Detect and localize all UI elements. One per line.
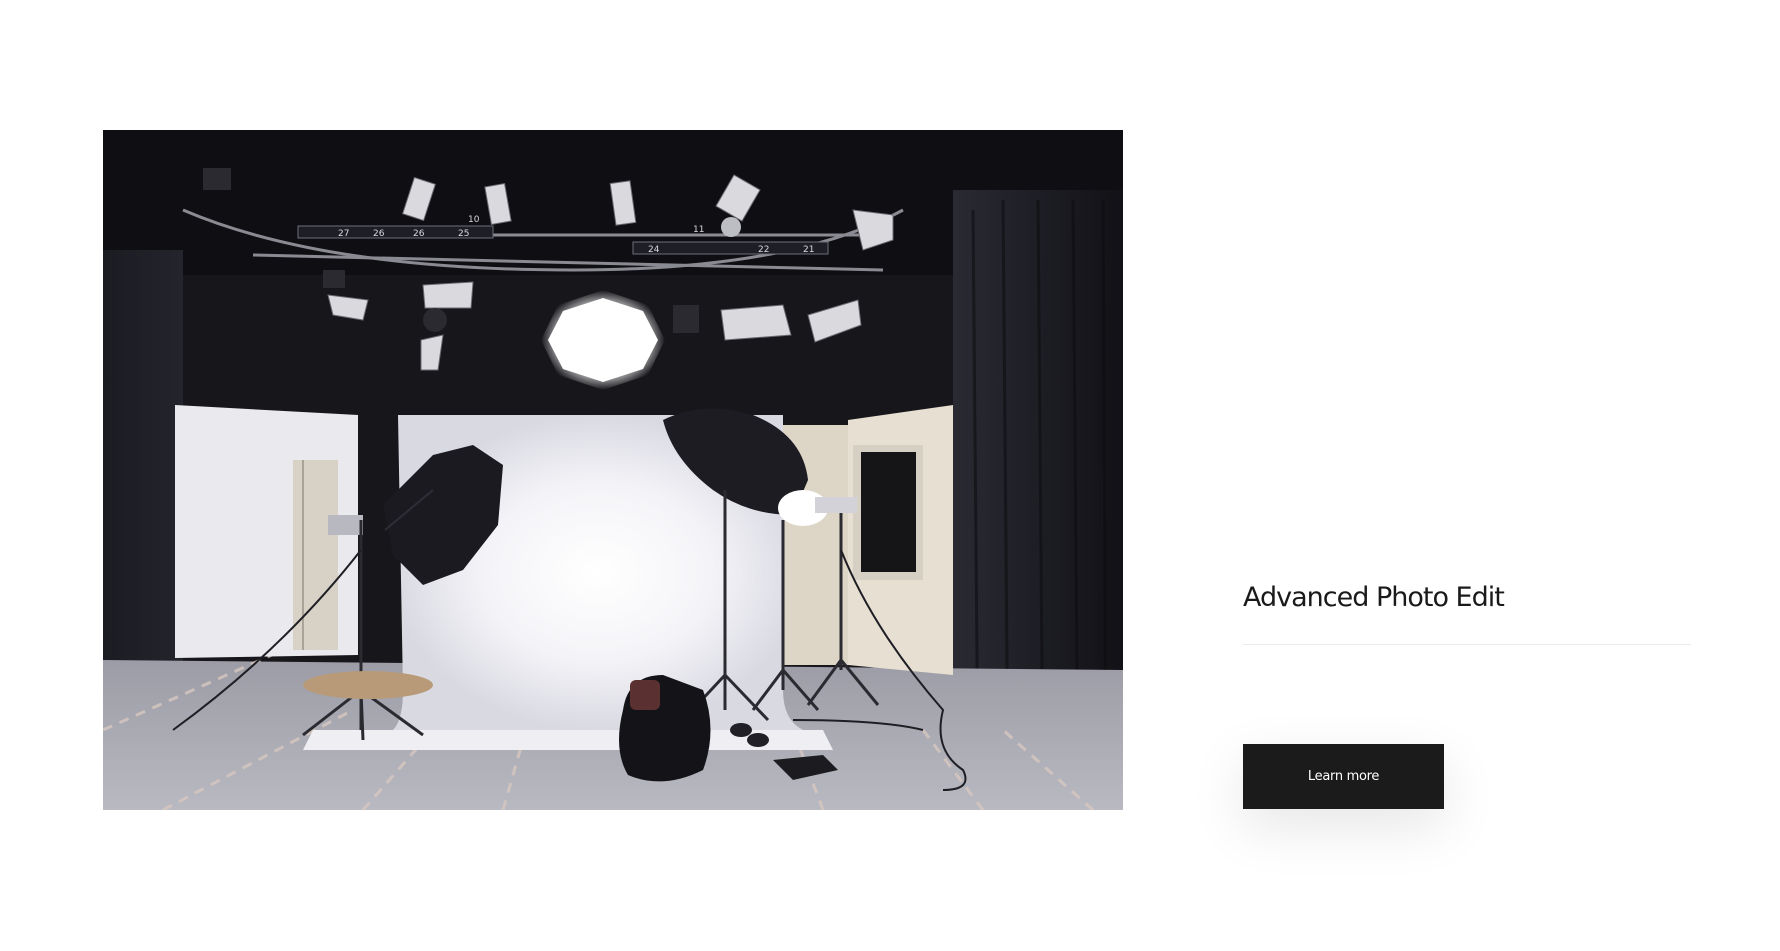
svg-text:21: 21 xyxy=(803,245,814,255)
svg-text:26: 26 xyxy=(373,229,385,239)
svg-text:25: 25 xyxy=(458,229,469,239)
svg-text:11: 11 xyxy=(693,225,704,235)
divider xyxy=(1243,644,1691,645)
svg-text:24: 24 xyxy=(648,245,660,255)
page: 27 26 26 25 10 11 24 22 21 Advanced Phot… xyxy=(0,0,1780,951)
learn-more-button[interactable]: Learn more xyxy=(1243,744,1444,809)
svg-text:27: 27 xyxy=(338,229,349,239)
svg-text:26: 26 xyxy=(413,229,425,239)
svg-text:10: 10 xyxy=(468,215,480,225)
svg-text:22: 22 xyxy=(758,245,769,255)
studio-photo: 27 26 26 25 10 11 24 22 21 xyxy=(103,130,1123,810)
feature-title: Advanced Photo Edit xyxy=(1243,582,1505,613)
feature-panel: Advanced Photo Edit Learn more xyxy=(1243,580,1691,809)
